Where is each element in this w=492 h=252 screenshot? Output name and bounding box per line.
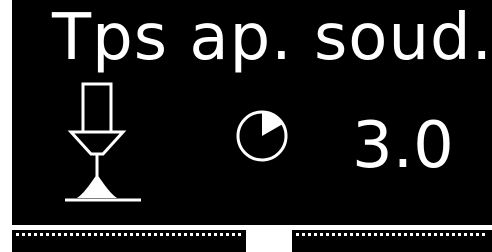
welding-torch-icon [65,82,141,202]
softkey-right[interactable] [292,230,492,252]
softkey-right-indicator [296,233,488,236]
lcd-panel: Tps ap. soud. 3.0 [12,0,492,225]
timer-icon [236,110,288,162]
softkey-left-indicator [16,233,242,236]
parameter-value: 3.0 [352,109,454,183]
welder-display-screen: Tps ap. soud. 3.0 [0,0,492,252]
softkey-left[interactable] [12,230,246,252]
parameter-title: Tps ap. soud. [52,1,492,75]
